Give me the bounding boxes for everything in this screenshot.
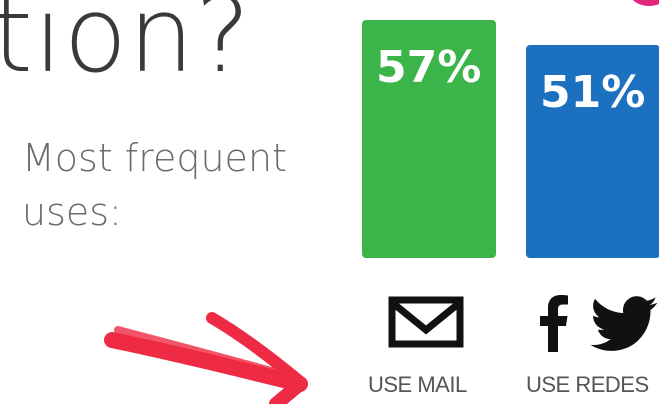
infographic-canvas: tion? Most frequent uses: 57% 51% USE MAI… xyxy=(0,0,659,404)
hand-drawn-arrow xyxy=(104,312,308,404)
